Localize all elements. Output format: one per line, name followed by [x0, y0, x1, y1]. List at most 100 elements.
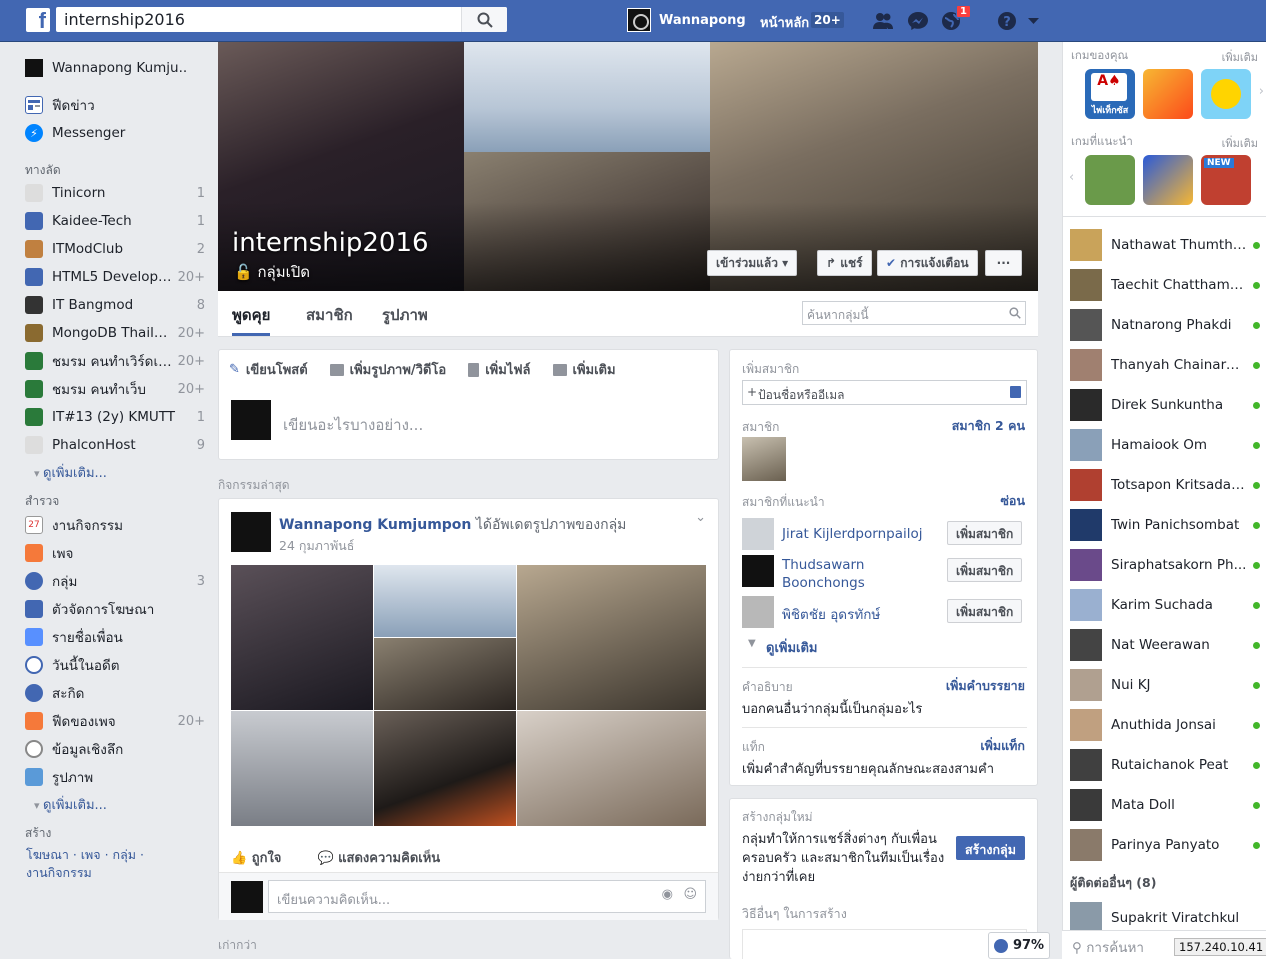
avatar[interactable]	[742, 518, 774, 550]
composer-input[interactable]: เขียนอะไรบางอย่าง...	[283, 413, 423, 437]
tab-discussion[interactable]: พูดคุย	[232, 303, 271, 336]
suggested-member-name[interactable]: พิชิตชัย อุดรทักษ์	[782, 603, 880, 625]
texas-poker-game-icon[interactable]: A♠ ไพ่เท็กซัส	[1085, 69, 1135, 119]
contact-item[interactable]: Thanyah Chainaron...	[1070, 347, 1260, 383]
share-button[interactable]: ↱ แชร์	[817, 250, 872, 276]
sidebar-item-friend-lists[interactable]: รายชื่อเพื่อน	[25, 627, 205, 647]
sidebar-item-html5[interactable]: HTML5 Develope... 20+	[25, 267, 205, 287]
add-member-button[interactable]: เพิ่มสมาชิก	[947, 521, 1023, 545]
composer-tab-add-photo[interactable]: เพิ่มรูปภาพ/วิดีโอ	[329, 359, 446, 380]
camera-icon[interactable]: ◉	[662, 887, 673, 902]
sidebar-item-on-this-day[interactable]: วันนี้ในอดีต	[25, 655, 205, 675]
contact-item[interactable]: Twin Panichsombat	[1070, 507, 1260, 543]
see-more-shortcuts-link[interactable]: ดูเพิ่มเติม...	[34, 462, 107, 483]
comment-input[interactable]: เขียนความคิดเห็น... ◉ ☺	[268, 880, 706, 913]
recommended-more-link[interactable]: เพิ่มเติม	[1222, 134, 1258, 152]
post-photo-7[interactable]	[517, 711, 706, 826]
sidebar-item-tinicorn[interactable]: Tinicorn 1	[25, 183, 205, 203]
contact-item[interactable]: Nui KJ	[1070, 667, 1260, 703]
sidebar-profile[interactable]: Wannapong Kumju..	[25, 58, 205, 78]
sidebar-item-mongodb[interactable]: MongoDB Thailand 20+	[25, 323, 205, 343]
post-photo-5[interactable]	[231, 711, 373, 826]
other-contacts-label[interactable]: ผู้ติดต่ออื่นๆ (8)	[1070, 873, 1156, 893]
older-posts-label[interactable]: เก่ากว่า	[218, 936, 257, 955]
contact-item[interactable]: Taechit Chatthamp...	[1070, 267, 1260, 303]
notifications-button[interactable]: ✔ การแจ้งเตือน	[877, 250, 978, 276]
more-options-button[interactable]: ···	[985, 250, 1022, 276]
composer-tab-add-file[interactable]: เพิ่มไฟล์	[468, 359, 531, 380]
chat-search-input[interactable]: ⚲ การค้นหา	[1072, 936, 1144, 958]
emoji-icon[interactable]: ☺	[683, 887, 697, 902]
slither-game-icon[interactable]	[1143, 69, 1193, 119]
sidebar-item-messenger[interactable]: ⚡ Messenger	[25, 123, 205, 143]
sidebar-item-it-bangmod[interactable]: IT Bangmod 8	[25, 295, 205, 315]
post-photo-2[interactable]	[374, 565, 516, 637]
post-photo-3[interactable]	[374, 638, 516, 710]
add-member-input[interactable]: + ป้อนชื่อหรืออีเมล	[742, 380, 1027, 405]
chevron-down-icon[interactable]: ⌄	[695, 510, 706, 525]
contact-item[interactable]: Nathawat Thumthi...	[1070, 227, 1260, 263]
sidebar-item-wordpress-club[interactable]: ชมรม คนทำเวิร์ดเพร...20+	[25, 351, 205, 371]
avatar[interactable]	[742, 555, 774, 587]
sidebar-item-events[interactable]: 27 งานกิจกรรม	[25, 515, 205, 535]
messenger-icon[interactable]	[907, 11, 929, 31]
like-button[interactable]: 👍 ถูกใจ	[231, 847, 281, 868]
sidebar-item-pokes[interactable]: สะกิด	[25, 683, 205, 703]
sidebar-item-phalconhost[interactable]: PhalconHost 9	[25, 435, 205, 455]
sidebar-item-ads-manager[interactable]: ตัวจัดการโฆษณา	[25, 599, 205, 619]
sidebar-item-kaidee-tech[interactable]: Kaidee-Tech 1	[25, 211, 205, 231]
hide-link[interactable]: ซ่อน	[1000, 491, 1025, 511]
home-link[interactable]: หน้าหลัก	[760, 12, 809, 33]
add-member-button[interactable]: เพิ่มสมาชิก	[947, 558, 1023, 582]
sidebar-item-itmodclub[interactable]: ITModClub 2	[25, 239, 205, 259]
post-date[interactable]: 24 กุมภาพันธ์	[279, 536, 354, 556]
facebook-logo-icon[interactable]: f	[26, 8, 50, 33]
sidebar-item-photos[interactable]: รูปภาพ	[25, 767, 205, 787]
contact-item[interactable]: Rutaichanok Peat	[1070, 747, 1260, 783]
contact-item[interactable]: Mata Doll	[1070, 787, 1260, 823]
bird-game-icon[interactable]	[1201, 69, 1251, 119]
sidebar-item-pages-feed[interactable]: ฟีดของเพจ 20+	[25, 711, 205, 731]
tab-members[interactable]: สมาชิก	[306, 303, 353, 327]
new-game-icon[interactable]: NEW	[1201, 155, 1251, 205]
post-photo-6[interactable]	[374, 711, 516, 826]
search-button[interactable]	[461, 7, 507, 32]
pickaxe-game-icon[interactable]	[1085, 155, 1135, 205]
members-count-link[interactable]: สมาชิก 2 คน	[952, 416, 1025, 436]
friend-requests-icon[interactable]	[872, 11, 894, 31]
post-author-link[interactable]: Wannapong Kumjumpon	[279, 517, 471, 533]
sidebar-item-web-club[interactable]: ชมรม คนทำเว็บ 20+	[25, 379, 205, 399]
post-photo-1[interactable]	[231, 565, 373, 710]
suggested-member-name[interactable]: Jirat Kijlerdpornpailoj	[782, 526, 922, 542]
zoom-indicator[interactable]: 97%	[988, 932, 1050, 959]
suggested-member-name[interactable]: Thudsawarn Boonchongs	[782, 556, 902, 592]
post-photo-4[interactable]	[517, 565, 706, 710]
create-links[interactable]: โฆษณา · เพจ · กลุ่ม ·	[26, 845, 144, 865]
group-search-input[interactable]: ค้นหากลุ่มนี้	[802, 301, 1026, 325]
search-input[interactable]	[56, 7, 456, 32]
chevron-right-icon[interactable]: ›	[1259, 84, 1264, 99]
contact-book-icon[interactable]	[1010, 386, 1021, 398]
chevron-down-icon[interactable]	[1025, 11, 1047, 31]
avatar[interactable]	[231, 512, 271, 552]
sidebar-item-insights[interactable]: ข้อมูลเชิงลึก	[25, 739, 205, 759]
contact-item[interactable]: Karim Suchada	[1070, 587, 1260, 623]
contact-item[interactable]: Nat Weerawan	[1070, 627, 1260, 663]
contact-item[interactable]: Direk Sunkuntha	[1070, 387, 1260, 423]
slither-game-icon[interactable]	[1143, 155, 1193, 205]
chevron-left-icon[interactable]: ‹	[1069, 170, 1074, 185]
contact-item[interactable]: Anuthida Jonsai	[1070, 707, 1260, 743]
contact-item[interactable]: Natnarong Phakdi	[1070, 307, 1260, 343]
joined-button[interactable]: เข้าร่วมแล้ว ▾	[707, 250, 798, 276]
contact-item[interactable]: Totsapon Kritsadan...	[1070, 467, 1260, 503]
add-description-link[interactable]: เพิ่มคำบรรยาย	[946, 676, 1025, 696]
help-icon[interactable]: ?	[996, 11, 1018, 31]
add-tags-link[interactable]: เพิ่มแท็ก	[980, 736, 1025, 756]
contact-item[interactable]: Siraphatsakorn Ph...	[1070, 547, 1260, 583]
contact-item[interactable]: Hamaiook Om	[1070, 427, 1260, 463]
sidebar-item-it13[interactable]: IT#13 (2y) KMUTT 1	[25, 407, 205, 427]
create-group-button[interactable]: สร้างกลุ่ม	[956, 836, 1025, 860]
see-more-explore-link[interactable]: ดูเพิ่มเติม...	[34, 794, 107, 815]
tab-photos[interactable]: รูปภาพ	[382, 303, 428, 327]
composer-tab-write-post[interactable]: ✎ เขียนโพสต์	[229, 359, 308, 380]
